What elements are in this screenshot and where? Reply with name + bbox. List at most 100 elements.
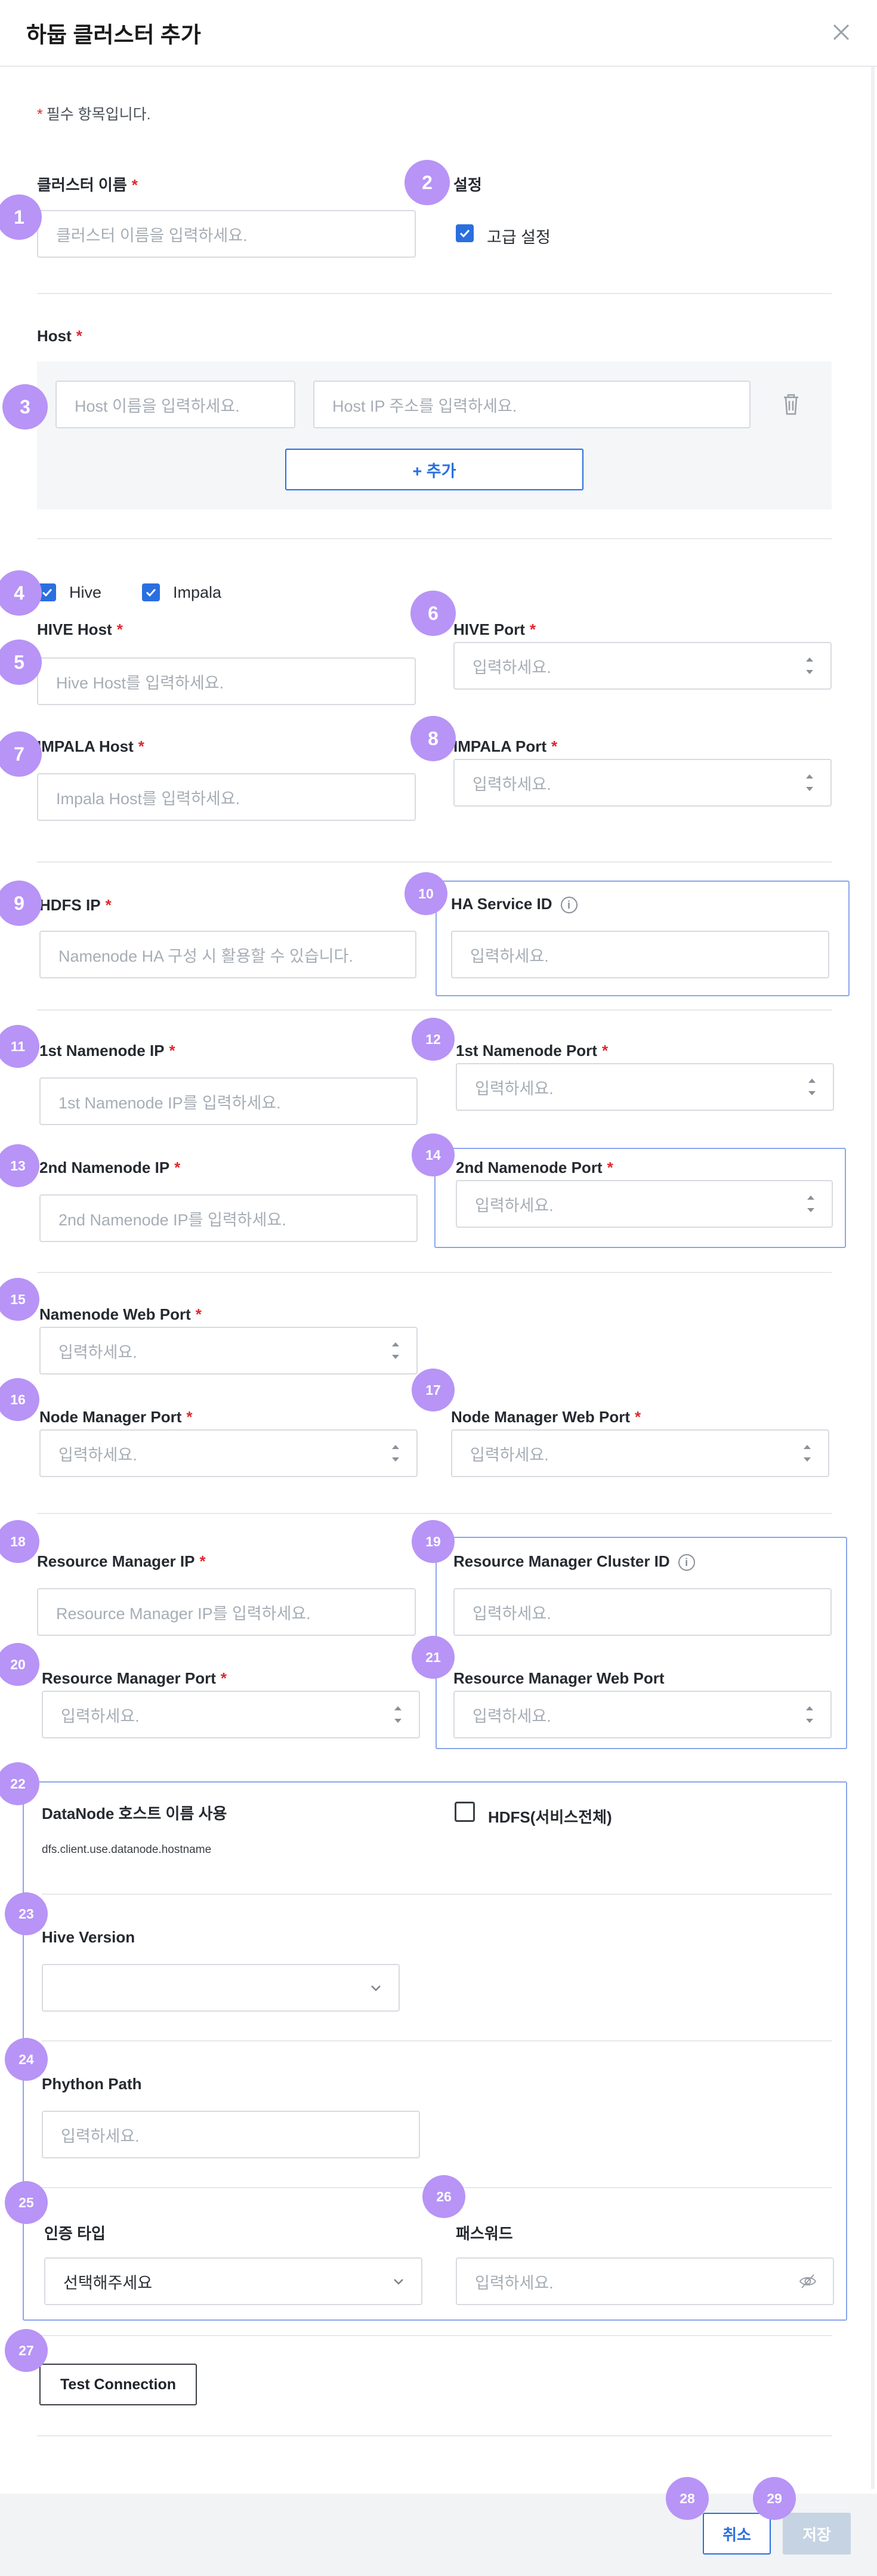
stepper-icon[interactable] xyxy=(389,1445,402,1462)
marker-badge: 14 xyxy=(412,1133,455,1176)
password-label: 패스워드 xyxy=(456,2225,513,2243)
scrollbar[interactable] xyxy=(871,67,875,2489)
advanced-settings-group xyxy=(23,1781,847,2321)
ha-service-input[interactable]: 입력하세요. xyxy=(451,931,829,978)
hive-version-label: Hive Version xyxy=(42,1928,135,1946)
marker-badge: 2 xyxy=(404,160,450,205)
auth-type-select[interactable]: 선택해주세요 xyxy=(44,2257,422,2305)
nn2-ip-label: 2nd Namenode IP * xyxy=(39,1159,181,1176)
marker-badge: 25 xyxy=(5,2181,48,2224)
nm-web-port-label: Node Manager Web Port * xyxy=(451,1408,641,1426)
trash-icon[interactable] xyxy=(780,393,802,416)
python-path-label: Phython Path xyxy=(42,2075,142,2093)
hdfs-ip-input[interactable]: Namenode HA 구성 시 활용할 수 있습니다. xyxy=(39,931,416,978)
nn1-ip-label: 1st Namenode IP * xyxy=(39,1042,175,1060)
impala-host-label: IMPALA Host * xyxy=(37,737,144,755)
datanode-label: DataNode 호스트 이름 사용 xyxy=(42,1805,227,1823)
advanced-settings-label: 고급 설정 xyxy=(487,228,551,246)
nn1-port-input[interactable]: 입력하세요. xyxy=(456,1063,834,1111)
nn2-port-input[interactable]: 입력하세요. xyxy=(456,1180,833,1228)
marker-badge: 13 xyxy=(0,1144,39,1187)
section-divider xyxy=(37,538,832,539)
nn-web-port-input[interactable]: 입력하세요. xyxy=(39,1327,418,1375)
nn1-ip-input[interactable]: 1st Namenode IP를 입력하세요. xyxy=(39,1077,418,1125)
stepper-icon[interactable] xyxy=(391,1706,404,1723)
nm-port-input[interactable]: 입력하세요. xyxy=(39,1429,418,1477)
marker-badge: 4 xyxy=(0,570,42,616)
impala-checkbox[interactable] xyxy=(142,583,160,601)
section-divider xyxy=(37,861,832,863)
section-divider xyxy=(37,1009,832,1011)
marker-badge: 6 xyxy=(410,591,456,636)
cluster-name-input[interactable]: 클러스터 이름을 입력하세요. xyxy=(37,210,416,258)
marker-badge: 16 xyxy=(0,1378,39,1421)
rm-cluster-label: Resource Manager Cluster ID i xyxy=(453,1552,695,1571)
marker-badge: 26 xyxy=(422,2175,465,2218)
stepper-icon[interactable] xyxy=(805,1079,819,1095)
hive-version-select[interactable] xyxy=(42,1964,400,2012)
hdfs-all-checkbox[interactable] xyxy=(455,1802,475,1822)
rm-port-label: Resource Manager Port * xyxy=(42,1669,227,1687)
nn2-ip-input[interactable]: 2nd Namenode IP를 입력하세요. xyxy=(39,1194,418,1242)
save-button[interactable]: 저장 xyxy=(783,2513,851,2555)
marker-badge: 10 xyxy=(404,872,447,915)
marker-badge: 8 xyxy=(410,716,456,761)
header-divider xyxy=(0,66,877,67)
hdfs-all-label: HDFS(서비스전체) xyxy=(488,1808,612,1826)
impala-host-input[interactable]: Impala Host를 입력하세요. xyxy=(37,773,416,821)
stepper-icon[interactable] xyxy=(801,1445,814,1462)
section-divider xyxy=(42,2040,832,2041)
rm-web-port-input[interactable]: 입력하세요. xyxy=(453,1691,832,1738)
datanode-sublabel: dfs.client.use.datanode.hostname xyxy=(42,1843,212,1856)
section-divider xyxy=(37,1272,832,1273)
host-name-input[interactable]: Host 이름을 입력하세요. xyxy=(55,381,295,428)
hive-port-input[interactable]: 입력하세요. xyxy=(453,642,832,690)
marker-badge: 3 xyxy=(2,384,48,430)
marker-badge: 15 xyxy=(0,1278,39,1321)
hive-port-label: HIVE Port * xyxy=(453,620,536,638)
impala-port-input[interactable]: 입력하세요. xyxy=(453,759,832,807)
hdfs-ip-label: HDFS IP * xyxy=(39,896,112,914)
info-icon[interactable]: i xyxy=(560,897,578,914)
marker-badge: 17 xyxy=(412,1369,455,1411)
cancel-button[interactable]: 취소 xyxy=(703,2513,771,2555)
nm-web-port-input[interactable]: 입력하세요. xyxy=(451,1429,829,1477)
eye-off-icon[interactable] xyxy=(798,2272,817,2291)
section-divider xyxy=(42,1894,832,1895)
marker-badge: 27 xyxy=(5,2329,48,2372)
rm-cluster-input[interactable]: 입력하세요. xyxy=(453,1588,832,1636)
stepper-icon[interactable] xyxy=(804,1196,817,1212)
python-path-input[interactable]: 입력하세요. xyxy=(42,2111,420,2158)
marker-badge: 19 xyxy=(412,1520,455,1563)
stepper-icon[interactable] xyxy=(803,1706,816,1723)
rm-ip-input[interactable]: Resource Manager IP를 입력하세요. xyxy=(37,1588,416,1636)
close-icon[interactable] xyxy=(830,21,852,43)
test-connection-button[interactable]: Test Connection xyxy=(39,2364,197,2405)
section-divider xyxy=(37,293,832,294)
marker-badge: 21 xyxy=(412,1636,455,1679)
rm-ip-label: Resource Manager IP * xyxy=(37,1552,206,1570)
rm-port-input[interactable]: 입력하세요. xyxy=(42,1691,420,1738)
hive-checkbox-label: Hive xyxy=(69,583,102,601)
stepper-icon[interactable] xyxy=(389,1342,402,1359)
auth-type-label: 인증 타입 xyxy=(44,2225,106,2243)
marker-badge: 9 xyxy=(0,881,42,926)
marker-badge: 18 xyxy=(0,1520,39,1563)
hive-host-label: HIVE Host * xyxy=(37,620,123,638)
section-divider xyxy=(37,2435,832,2436)
chevron-down-icon xyxy=(371,1985,381,1991)
add-host-button[interactable]: + 추가 xyxy=(285,449,583,490)
stepper-icon[interactable] xyxy=(803,774,816,791)
hive-host-input[interactable]: Hive Host를 입력하세요. xyxy=(37,657,416,705)
password-input[interactable]: 입력하세요. xyxy=(456,2257,834,2305)
cluster-name-label: 클러스터 이름 * xyxy=(37,176,138,194)
impala-checkbox-label: Impala xyxy=(173,583,222,601)
stepper-icon[interactable] xyxy=(803,657,816,674)
advanced-settings-checkbox[interactable] xyxy=(456,224,474,242)
marker-badge: 1 xyxy=(0,194,42,240)
marker-badge: 5 xyxy=(0,640,42,685)
info-icon[interactable]: i xyxy=(678,1554,695,1571)
host-ip-input[interactable]: Host IP 주소를 입력하세요. xyxy=(313,381,751,428)
rm-web-port-label: Resource Manager Web Port xyxy=(453,1669,665,1687)
dialog-title: 하둡 클러스터 추가 xyxy=(26,23,201,47)
